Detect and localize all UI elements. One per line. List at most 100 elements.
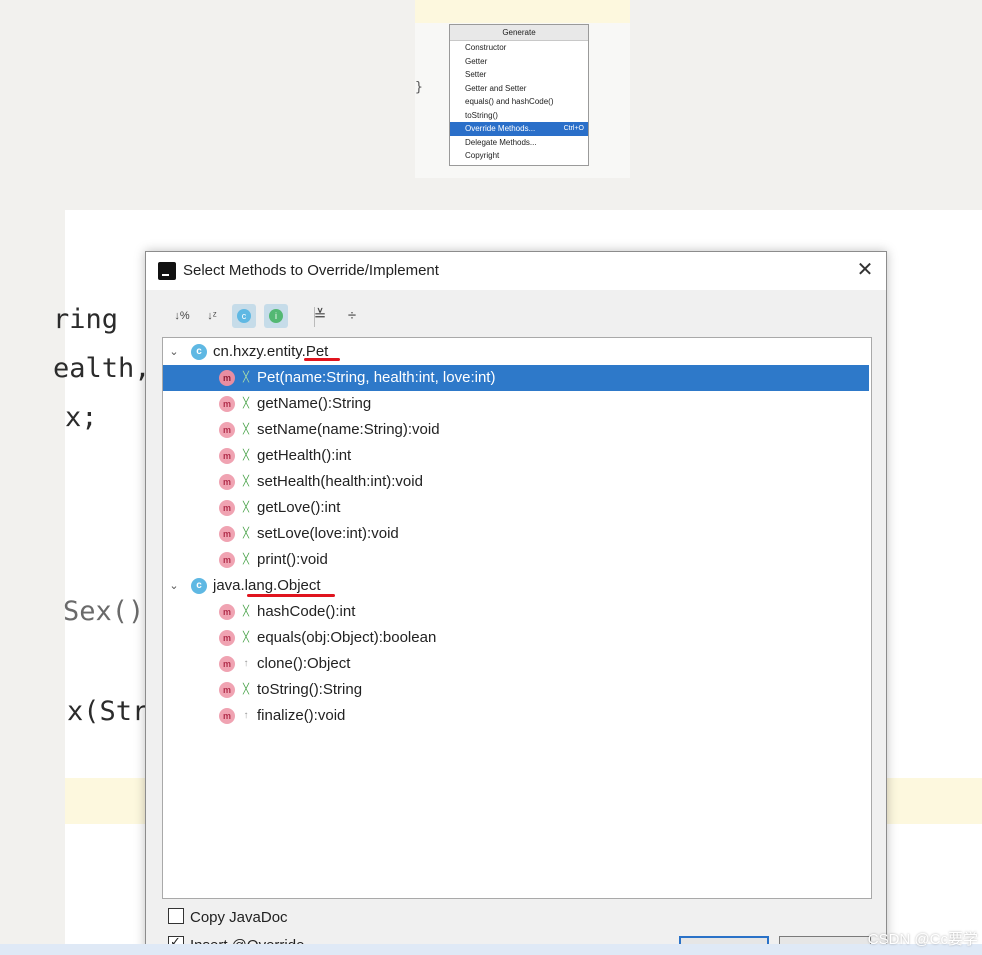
generate-menu: Generate Constructor Getter Setter Gette… [449,24,589,166]
code-line: ring [53,304,119,335]
expand-all-icon[interactable]: ≚ [308,304,332,328]
method-row[interactable]: m ↑ finalize():void [163,703,869,729]
menu-item-shortcut: Ctrl+O [563,125,584,132]
method-row[interactable]: m ╳ getName():String [163,391,869,417]
method-icon: m [219,708,235,724]
watermark: CSDN @Cc要学 [867,931,978,948]
close-button[interactable]: ✕ [852,257,878,283]
dialog-title: Select Methods to Override/Implement [183,262,439,279]
menu-item-copyright[interactable]: Copyright [450,149,588,163]
class-icon: c [191,344,207,360]
dialog-title-bar: Select Methods to Override/Implement ✕ [146,252,886,290]
public-icon: ╳ [242,450,250,461]
tree-group-object[interactable]: ⌄ c java.lang.Object [163,573,869,599]
method-icon: m [219,526,235,542]
show-classes-toggle[interactable]: c [232,304,256,328]
public-icon: ╳ [242,398,250,409]
public-icon: ╳ [242,606,250,617]
menu-item-getter[interactable]: Getter [450,55,588,69]
method-icon: m [219,474,235,490]
method-row[interactable]: m ╳ setLove(love:int):void [163,521,869,547]
collapse-all-icon[interactable]: ÷ [340,304,364,328]
method-row[interactable]: m ╳ getLove():int [163,495,869,521]
method-icon: m [219,500,235,516]
group-label: java.lang.Object [213,577,321,594]
menu-item-delegate-methods[interactable]: Delegate Methods... [450,136,588,150]
method-icon: m [219,630,235,646]
chevron-down-icon[interactable]: ⌄ [167,341,181,361]
method-label: Pet(name:String, health:int, love:int) [257,369,496,386]
method-label: toString():String [257,681,363,698]
protected-icon: ↑ [243,658,249,669]
class-icon: c [237,309,251,323]
method-label: equals(obj:Object):boolean [257,629,437,646]
method-row[interactable]: m ╳ hashCode():int [163,599,869,625]
copy-javadoc-option[interactable]: Copy JavaDoc [168,908,288,926]
code-line: x; [65,402,98,433]
code-line: ealth, [53,353,151,384]
sort-alphabetically-icon[interactable]: ↓ᶻ [200,304,224,328]
public-icon: ╳ [242,476,250,487]
highlighted-line [415,0,630,23]
show-interfaces-toggle[interactable]: i [264,304,288,328]
method-label: finalize():void [257,707,346,724]
method-icon: m [219,682,235,698]
menu-item-setter[interactable]: Setter [450,68,588,82]
interface-icon: i [269,309,283,323]
menu-item-equals-hashcode[interactable]: equals() and hashCode() [450,95,588,109]
public-icon: ╳ [242,684,250,695]
override-methods-dialog: Select Methods to Override/Implement ✕ ↓… [145,251,887,953]
public-icon: ╳ [242,528,250,539]
menu-item-override-methods[interactable]: Override Methods... Ctrl+O [450,122,588,136]
class-icon: c [191,578,207,594]
method-label: print():void [257,551,328,568]
code-line: x(Str [67,696,149,727]
method-icon: m [219,552,235,568]
method-label: setLove(love:int):void [257,525,399,542]
generate-menu-title: Generate [450,25,588,41]
intellij-app-icon [158,262,176,280]
method-row[interactable]: m ╳ getHealth():int [163,443,869,469]
method-label: getLove():int [257,499,341,516]
copy-javadoc-label: Copy JavaDoc [190,909,288,926]
chevron-down-icon[interactable]: ⌄ [167,575,181,595]
method-icon: m [219,370,235,386]
method-label: getName():String [257,395,372,412]
methods-tree[interactable]: ⌄ c cn.hxzy.entity.Pet m ╳ Pet(name:Stri… [162,337,872,899]
method-icon: m [219,448,235,464]
menu-item-tostring[interactable]: toString() [450,109,588,123]
method-label: clone():Object [257,655,351,672]
tree-group-pet[interactable]: ⌄ c cn.hxzy.entity.Pet [163,339,869,365]
bottom-strip [0,944,982,955]
method-icon: m [219,422,235,438]
method-row[interactable]: m ╳ setHealth(health:int):void [163,469,869,495]
method-label: hashCode():int [257,603,356,620]
public-icon: ╳ [242,372,250,383]
method-label: getHealth():int [257,447,352,464]
method-row[interactable]: m ╳ toString():String [163,677,869,703]
public-icon: ╳ [242,554,250,565]
method-row[interactable]: m ↑ clone():Object [163,651,869,677]
sort-by-visibility-icon[interactable]: ↓% [170,304,194,328]
method-icon: m [219,396,235,412]
copy-javadoc-checkbox[interactable] [168,908,184,924]
public-icon: ╳ [242,502,250,513]
protected-icon: ↑ [243,710,249,721]
code-line: Sex() [63,596,145,627]
menu-item-getter-and-setter[interactable]: Getter and Setter [450,82,588,96]
public-icon: ╳ [242,424,250,435]
method-row[interactable]: m ╳ Pet(name:String, health:int, love:in… [163,365,869,391]
method-row[interactable]: m ╳ equals(obj:Object):boolean [163,625,869,651]
method-label: setName(name:String):void [257,421,440,438]
method-row[interactable]: m ╳ setName(name:String):void [163,417,869,443]
method-icon: m [219,656,235,672]
generate-popup-area: } Generate Constructor Getter Setter Get… [415,0,630,178]
annotation-underline [304,358,340,361]
public-icon: ╳ [242,632,250,643]
annotation-underline [247,594,335,597]
menu-item-constructor[interactable]: Constructor [450,41,588,55]
closing-brace: } [415,80,423,95]
method-label: setHealth(health:int):void [257,473,423,490]
method-icon: m [219,604,235,620]
method-row[interactable]: m ╳ print():void [163,547,869,573]
